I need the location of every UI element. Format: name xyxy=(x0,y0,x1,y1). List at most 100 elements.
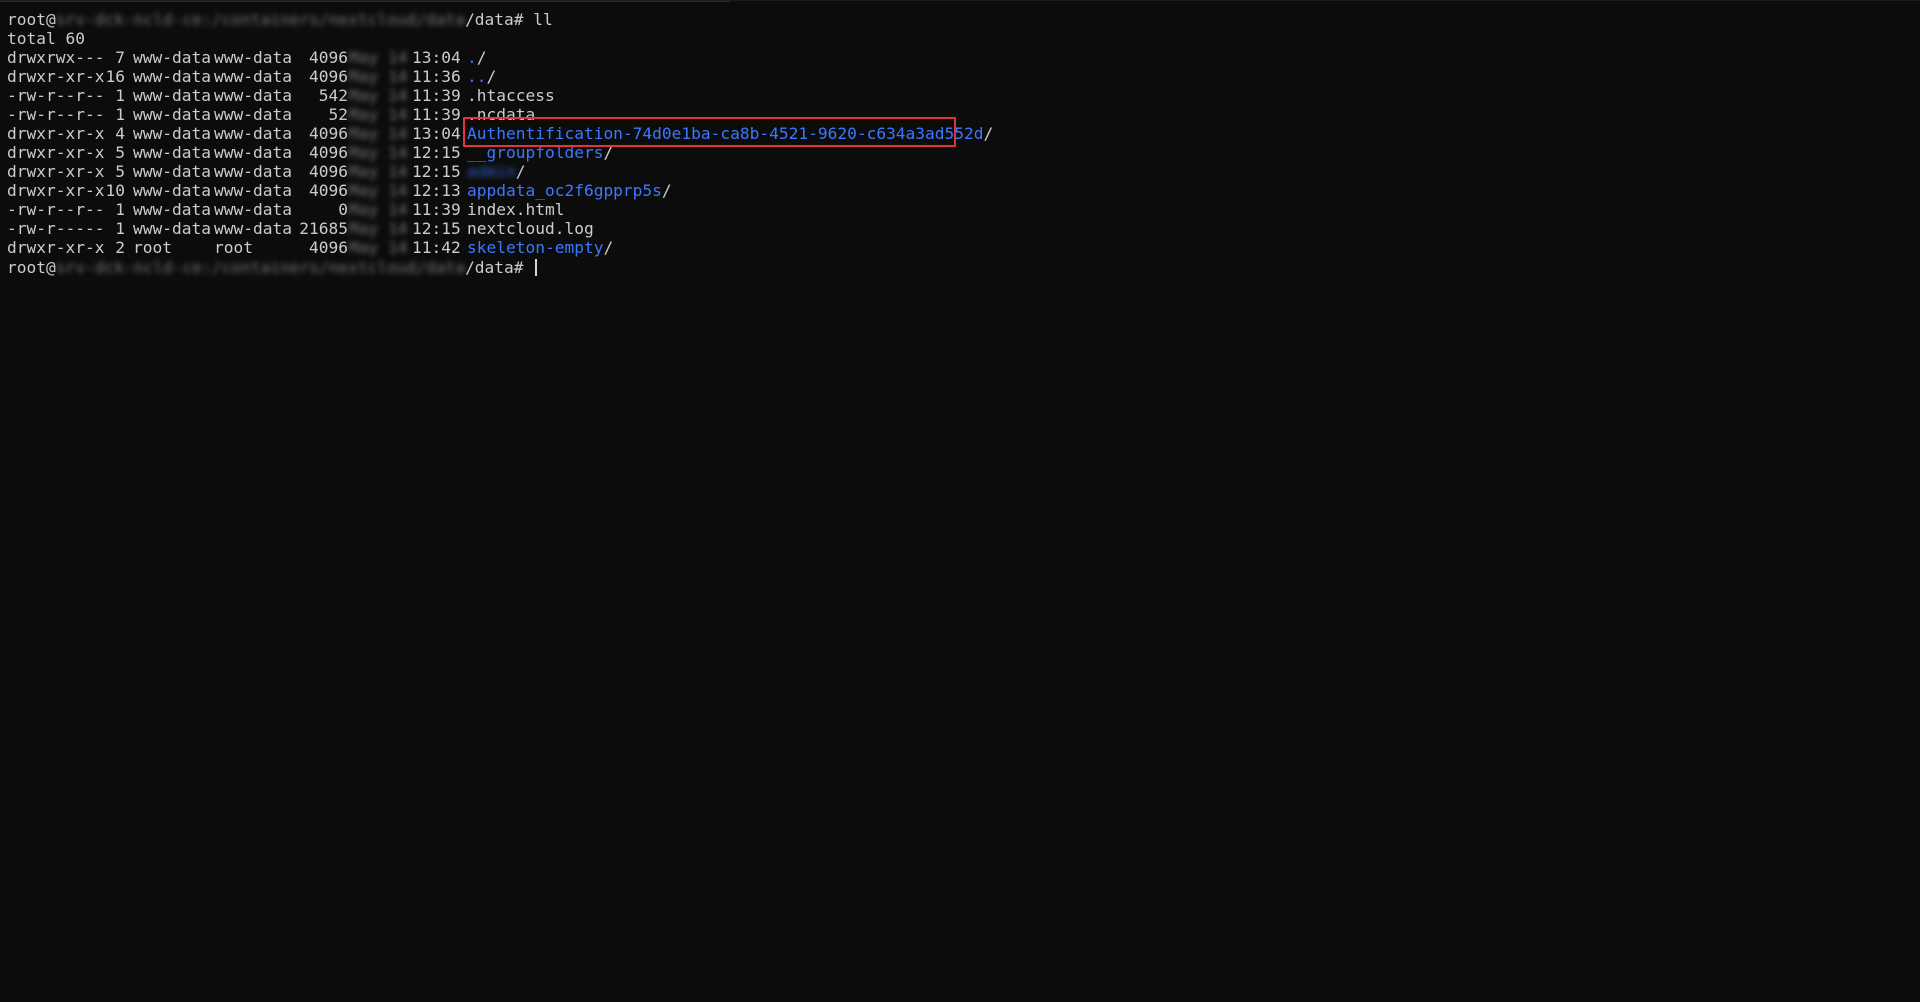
top-divider xyxy=(0,1,730,2)
group: www-data xyxy=(214,67,292,86)
file-size: 4096 xyxy=(309,124,348,143)
entry-name: index.html xyxy=(467,200,565,219)
owner: www-data xyxy=(133,86,211,105)
group: www-data xyxy=(214,48,292,67)
date-text: May 14 xyxy=(349,105,408,124)
owner: www-data xyxy=(133,219,211,238)
directory-entry[interactable]: appdata_oc2f6gpprp5s/ xyxy=(467,181,672,200)
date-text: May 14 xyxy=(349,219,408,238)
prompt-path-suffix: /data# xyxy=(465,258,534,277)
link-count: 2 xyxy=(115,238,125,257)
date-redacted: May 14 xyxy=(349,143,408,162)
link-count: 16 xyxy=(105,67,126,86)
owner: www-data xyxy=(133,105,211,124)
directory-entry[interactable]: admin/ xyxy=(467,162,525,181)
date-redacted: May 14 xyxy=(349,181,408,200)
prompt-user: root@ xyxy=(7,258,56,277)
prompt-line-2[interactable]: root@srv-dck-ncld-ce:/containers/nextclo… xyxy=(7,258,538,277)
link-count: 1 xyxy=(115,86,125,105)
link-count: 5 xyxy=(115,143,125,162)
date-redacted: May 14 xyxy=(349,162,408,181)
time: 11:36 xyxy=(412,67,461,86)
entry-name: appdata_oc2f6gpprp5s xyxy=(467,181,662,200)
terminal-window[interactable]: root@srv-dck-ncld-ce:/containers/nextclo… xyxy=(0,0,1920,1002)
file-size: 21685 xyxy=(299,219,348,238)
link-count: 4 xyxy=(115,124,125,143)
group: www-data xyxy=(214,143,292,162)
file-size: 4096 xyxy=(309,238,348,257)
date-redacted: May 14 xyxy=(349,105,408,124)
group: www-data xyxy=(214,200,292,219)
prompt-line-1: root@srv-dck-ncld-ce:/containers/nextclo… xyxy=(7,10,553,29)
file-size: 4096 xyxy=(309,143,348,162)
time: 12:13 xyxy=(412,181,461,200)
link-count: 1 xyxy=(115,200,125,219)
group: root xyxy=(214,238,253,257)
file-size: 4096 xyxy=(309,162,348,181)
entry-slash: / xyxy=(515,162,526,181)
owner: www-data xyxy=(133,48,211,67)
time: 11:42 xyxy=(412,238,461,257)
file-size: 542 xyxy=(318,86,348,105)
entry-slash: / xyxy=(983,124,994,143)
file-size: 4096 xyxy=(309,48,348,67)
time: 13:04 xyxy=(412,48,461,67)
entry-name: .htaccess xyxy=(467,86,555,105)
entry-slash: / xyxy=(661,181,672,200)
file-size: 4096 xyxy=(309,67,348,86)
link-count: 7 xyxy=(115,48,125,67)
date-text: May 14 xyxy=(349,143,408,162)
link-count: 10 xyxy=(105,181,126,200)
date-redacted: May 14 xyxy=(349,200,408,219)
entry-name: . xyxy=(467,48,477,67)
time: 11:39 xyxy=(412,86,461,105)
prompt-hostpath-redacted: srv-dck-ncld-ce:/containers/nextcloud/da… xyxy=(55,258,466,277)
date-redacted: May 14 xyxy=(349,48,408,67)
owner: www-data xyxy=(133,200,211,219)
file-entry[interactable]: nextcloud.log xyxy=(467,219,594,238)
group: www-data xyxy=(214,181,292,200)
owner: www-data xyxy=(133,162,211,181)
link-count: 1 xyxy=(115,219,125,238)
date-text: May 14 xyxy=(349,181,408,200)
group: www-data xyxy=(214,105,292,124)
link-count: 1 xyxy=(115,105,125,124)
entry-name: admin xyxy=(467,162,516,181)
date-text: May 14 xyxy=(349,48,408,67)
total-line: total 60 xyxy=(7,29,85,48)
prompt-user: root@ xyxy=(7,10,56,29)
directory-entry[interactable]: ./ xyxy=(467,48,487,67)
file-entry[interactable]: index.html xyxy=(467,200,564,219)
date-text: May 14 xyxy=(349,162,408,181)
text-cursor xyxy=(535,259,538,276)
entry-slash: / xyxy=(603,238,614,257)
date-text: May 14 xyxy=(349,200,408,219)
entry-name: skeleton-empty xyxy=(467,238,604,257)
directory-entry[interactable]: ../ xyxy=(467,67,496,86)
date-redacted: May 14 xyxy=(349,124,407,143)
owner: www-data xyxy=(133,124,211,143)
entry-name: nextcloud.log xyxy=(467,219,594,238)
time: 11:39 xyxy=(412,200,461,219)
entry-slash: / xyxy=(476,48,487,67)
highlight-box xyxy=(463,117,956,147)
date-redacted: May 14 xyxy=(349,67,407,86)
prompt-path-suffix: /data# xyxy=(465,10,534,29)
prompt-command: ll xyxy=(533,10,553,29)
date-text: May 14 xyxy=(349,238,408,257)
entry-name: .. xyxy=(467,67,487,86)
owner: www-data xyxy=(133,181,211,200)
time: 13:04 xyxy=(412,124,461,143)
file-size: 52 xyxy=(328,105,349,124)
file-size: 4096 xyxy=(309,181,348,200)
owner: www-data xyxy=(133,67,211,86)
owner: www-data xyxy=(133,143,211,162)
time: 12:15 xyxy=(412,162,461,181)
directory-entry[interactable]: skeleton-empty/ xyxy=(467,238,613,257)
file-entry[interactable]: .htaccess xyxy=(467,86,555,105)
file-size: 0 xyxy=(338,200,348,219)
group: www-data xyxy=(214,124,292,143)
date-redacted: May 14 xyxy=(349,219,408,238)
entry-slash: / xyxy=(486,67,497,86)
time: 12:15 xyxy=(412,219,461,238)
